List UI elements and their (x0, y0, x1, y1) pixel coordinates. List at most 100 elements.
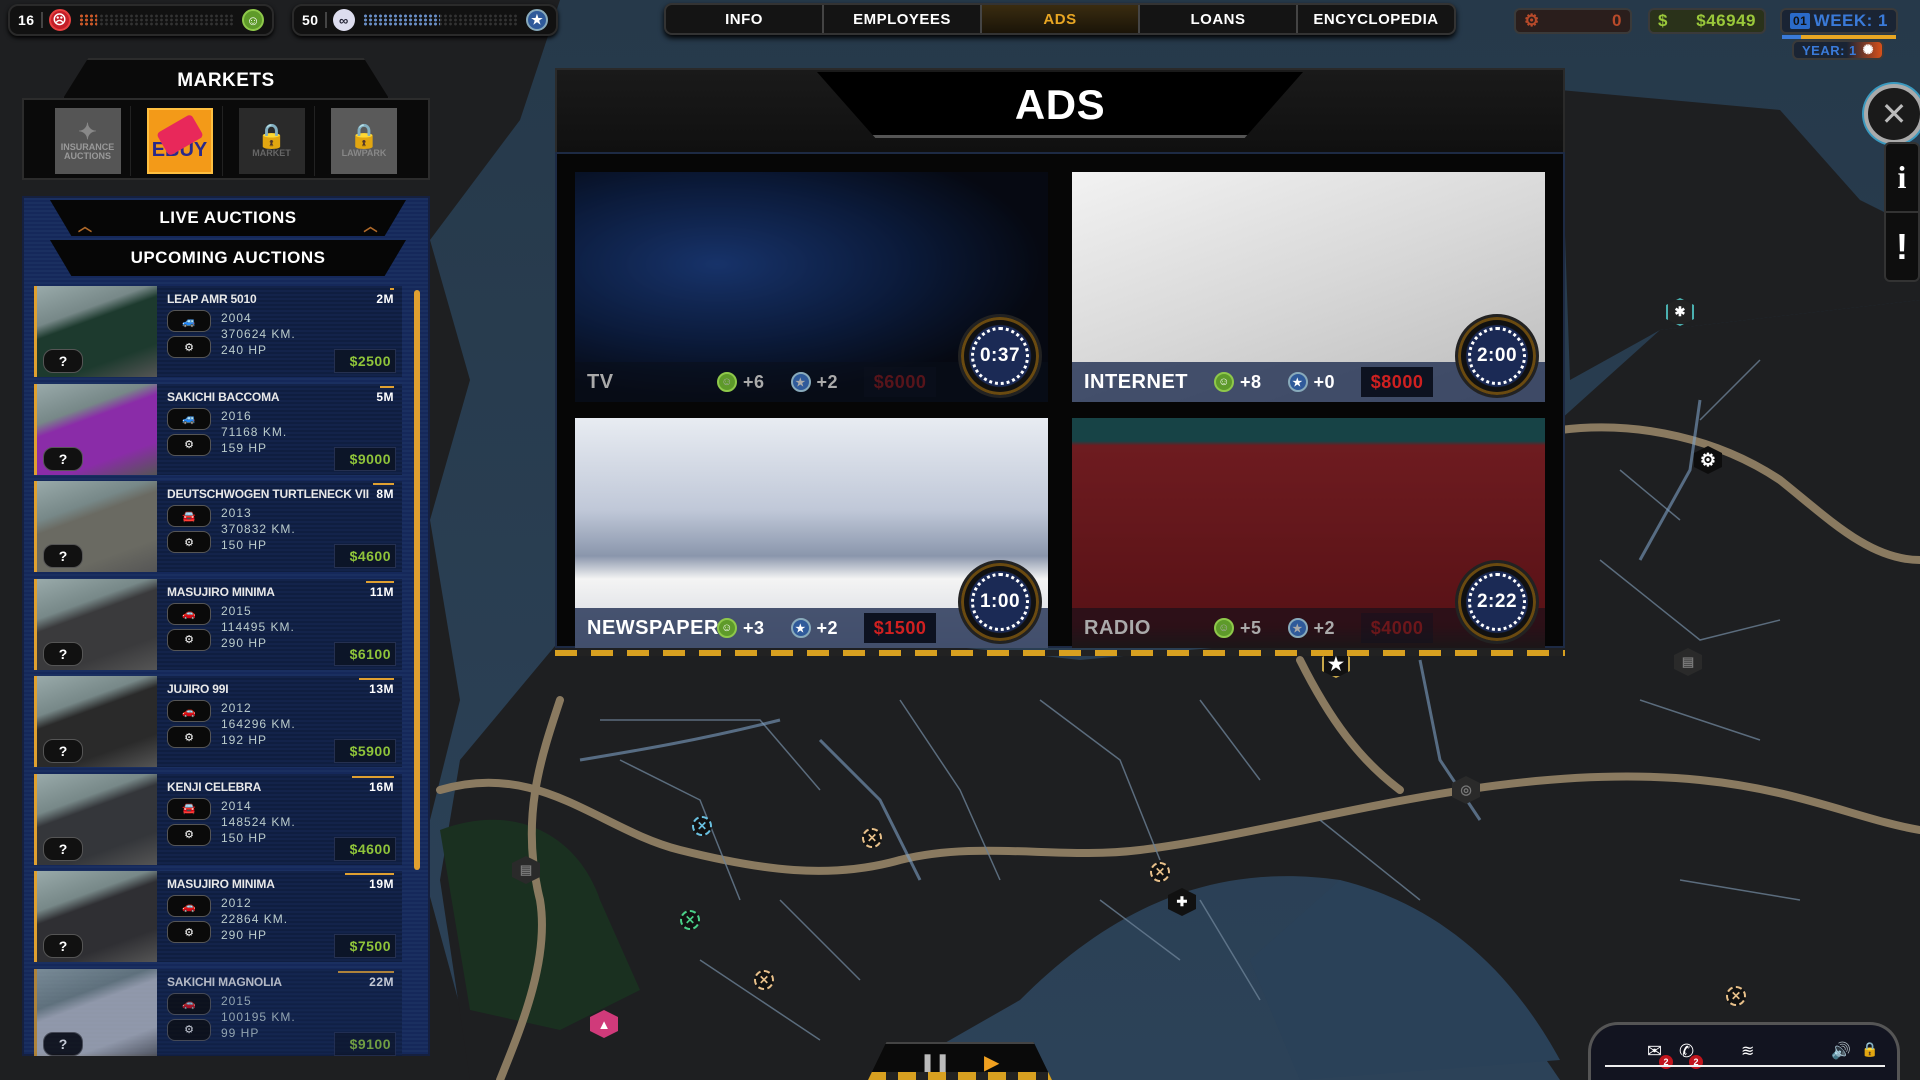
lock-icon[interactable]: 🔒 (1861, 1041, 1878, 1058)
car-year: 2015 (221, 603, 252, 618)
car-name: MASUJIRO MINIMA (167, 877, 275, 891)
angry-mask-icon: ☹ (48, 9, 71, 31)
auction-row[interactable]: ? JUJIRO 99I 13M 🚗 ⚙ 2012 164296 KM. 192… (34, 676, 402, 767)
police-gain: ★ +2 (790, 371, 839, 393)
car-year: 2015 (221, 993, 252, 1008)
car-price: $4600 (334, 836, 396, 861)
star-badge-icon: ★ (790, 618, 811, 638)
police-gain-value: +0 (1313, 371, 1336, 392)
car-photo: ? (37, 871, 157, 962)
ad-timer-value: 2:22 (1476, 591, 1518, 612)
wrench-cross-icon[interactable]: ✕ (1864, 84, 1920, 144)
spec-icons: 🚗 ⚙ (167, 700, 211, 748)
car-name: LEAP AMR 5010 (167, 292, 257, 306)
car-horsepower: 159 HP (221, 440, 268, 455)
auction-list-scrollbar[interactable] (414, 290, 420, 870)
car-mileage: 71168 KM. (221, 424, 288, 439)
ad-label: RADIO (1084, 616, 1151, 639)
garage-icon: ▤ (519, 862, 533, 877)
market-lawpark[interactable]: 🔒 LAWPARK (321, 106, 407, 176)
ad-cost-button[interactable]: $1500 (864, 613, 937, 643)
car-photo: ? (37, 286, 157, 377)
car-price: $7500 (334, 934, 396, 958)
ad-card-internet[interactable]: INTERNET ☺ +8 ★ +0 $8000 2:00 (1072, 172, 1545, 402)
star-badge-icon: ★ (790, 372, 811, 392)
car-mileage: 164296 KM. (221, 717, 296, 731)
alert-button[interactable]: ! (1886, 213, 1918, 280)
tab-ads[interactable]: ADS (982, 5, 1140, 33)
map-pin-x-orange[interactable]: ✕ (1726, 986, 1746, 1006)
engine-piston-icon: ⚙ (167, 1018, 211, 1041)
car-mileage: 114495 KM. (221, 619, 295, 634)
auction-row[interactable]: ? MASUJIRO MINIMA 11M 🚗 ⚙ 2015 114495 KM… (34, 578, 402, 670)
auction-row[interactable]: ? SAKICHI MAGNOLIA 22M 🚗 ⚙ 2015 100195 K… (34, 968, 402, 1056)
x-icon: ✕ (684, 913, 696, 927)
tab-encyclopedia[interactable]: ENCYCLOPEDIA (1298, 5, 1454, 33)
insurance-auctions-label: INSURANCE AUCTIONS (60, 142, 115, 161)
police-gain-value: +2 (816, 371, 839, 392)
map-pin-x-blue[interactable]: ✕ (692, 816, 712, 836)
ad-timer-value: 2:00 (1476, 345, 1518, 366)
auction-row[interactable]: ? KENJI CELEBRA 16M 🚘 ⚙ 2014 148524 KM. … (34, 773, 402, 865)
star-badge-icon: ★ (1287, 372, 1308, 392)
car-body-icon: 🚘 (167, 505, 211, 527)
pause-button[interactable]: ❚❚ (920, 1052, 950, 1073)
weather-wind-icon[interactable]: ≋ (1741, 1041, 1754, 1061)
map-pin-x-orange[interactable]: ✕ (754, 970, 774, 990)
auction-info: SAKICHI MAGNOLIA 22M 🚗 ⚙ 2015 100195 KM.… (157, 968, 402, 1056)
happy-mask-icon: ☺ (717, 372, 737, 392)
police-gain-value: +2 (1313, 617, 1336, 638)
garage-icon: ▤ (1681, 654, 1695, 669)
time-remaining-bar (352, 775, 394, 778)
happy-mask-icon: ☺ (717, 618, 737, 638)
map-pin-x-orange[interactable]: ✕ (862, 828, 882, 848)
gear-icon: ⚙ (1699, 449, 1717, 470)
car-photo: ? (37, 481, 157, 572)
tab-employees[interactable]: EMPLOYEES (824, 5, 982, 33)
auction-info: JUJIRO 99I 13M 🚗 ⚙ 2012 164296 KM. 192 H… (157, 676, 402, 767)
lock-icon: 🔒 (349, 122, 379, 150)
map-pin-x-orange[interactable]: ✕ (1150, 862, 1170, 882)
car-body-icon: 🚗 (167, 700, 211, 722)
handcuffs-icon: ∞ (332, 9, 355, 31)
dollar-icon: $ (1658, 11, 1668, 30)
auction-info: LEAP AMR 5010 2M 🚙 ⚙ 2004 370624 KM. 240… (157, 286, 402, 377)
market-ebuy[interactable]: EBUY (137, 106, 223, 176)
reputation-meter: 16 ☹ ☺ (8, 4, 274, 36)
engine-piston-icon: ⚙ (167, 921, 211, 943)
upcoming-auctions-header[interactable]: UPCOMING AUCTIONS (50, 240, 406, 276)
market-black-market[interactable]: 🔒 MARKET (229, 106, 315, 176)
police-meter: 50 ∞ ★ (292, 4, 558, 36)
auction-row[interactable]: ? LEAP AMR 5010 2M 🚙 ⚙ 2004 370624 KM. 2… (34, 286, 402, 377)
time-remaining-bar (373, 483, 394, 485)
car-year: 2012 (221, 701, 252, 715)
ad-card-radio[interactable]: RADIO ☺ +5 ★ +2 $4000 2:22 (1072, 418, 1545, 648)
live-auctions-header[interactable]: ︿ LIVE AUCTIONS ︿ (50, 200, 406, 236)
auction-row[interactable]: ? MASUJIRO MINIMA 19M 🚗 ⚙ 2012 22864 KM.… (34, 871, 402, 962)
reputation-gain-value: +3 (743, 617, 765, 638)
ad-cost-button[interactable]: $4000 (1361, 613, 1434, 643)
auction-row[interactable]: ? DEUTSCHWOGEN TURTLENECK VII 8M 🚘 ⚙ 201… (34, 481, 402, 572)
car-mileage: 148524 KM. (221, 814, 296, 829)
tab-loans[interactable]: LOANS (1140, 5, 1298, 33)
car-photo: ? (37, 383, 157, 475)
info-button[interactable]: i (1886, 144, 1918, 213)
auction-row[interactable]: ? SAKICHI BACCOMA 5M 🚙 ⚙ 2016 71168 KM. … (34, 383, 402, 475)
map-pin-x-green[interactable]: ✕ (680, 910, 700, 930)
car-horsepower: 99 HP (221, 1025, 260, 1040)
reputation-gain-value: +6 (743, 371, 765, 392)
car-photo: ? (37, 676, 157, 767)
car-horsepower: 192 HP (221, 733, 268, 747)
tab-info[interactable]: INFO (666, 5, 824, 33)
car-horsepower: 150 HP (221, 830, 268, 845)
engine-piston-icon: ⚙ (167, 336, 211, 358)
speaker-icon[interactable]: 🔊 (1831, 1041, 1851, 1061)
live-auctions-label: LIVE AUCTIONS (159, 208, 297, 227)
ad-cost-button[interactable]: $6000 (864, 367, 937, 397)
ad-card-tv[interactable]: TV ☺ +6 ★ +2 $6000 0:37 (575, 172, 1048, 402)
ad-card-newspaper[interactable]: NEWSPAPER ☺ +3 ★ +2 $1500 1:00 (575, 418, 1048, 648)
market-insurance-auctions[interactable]: ✦ INSURANCE AUCTIONS (45, 106, 131, 176)
ad-cost-button[interactable]: $8000 (1361, 367, 1434, 397)
car-price: $9100 (334, 1031, 396, 1056)
lawpark-label: LAWPARK (341, 147, 387, 158)
